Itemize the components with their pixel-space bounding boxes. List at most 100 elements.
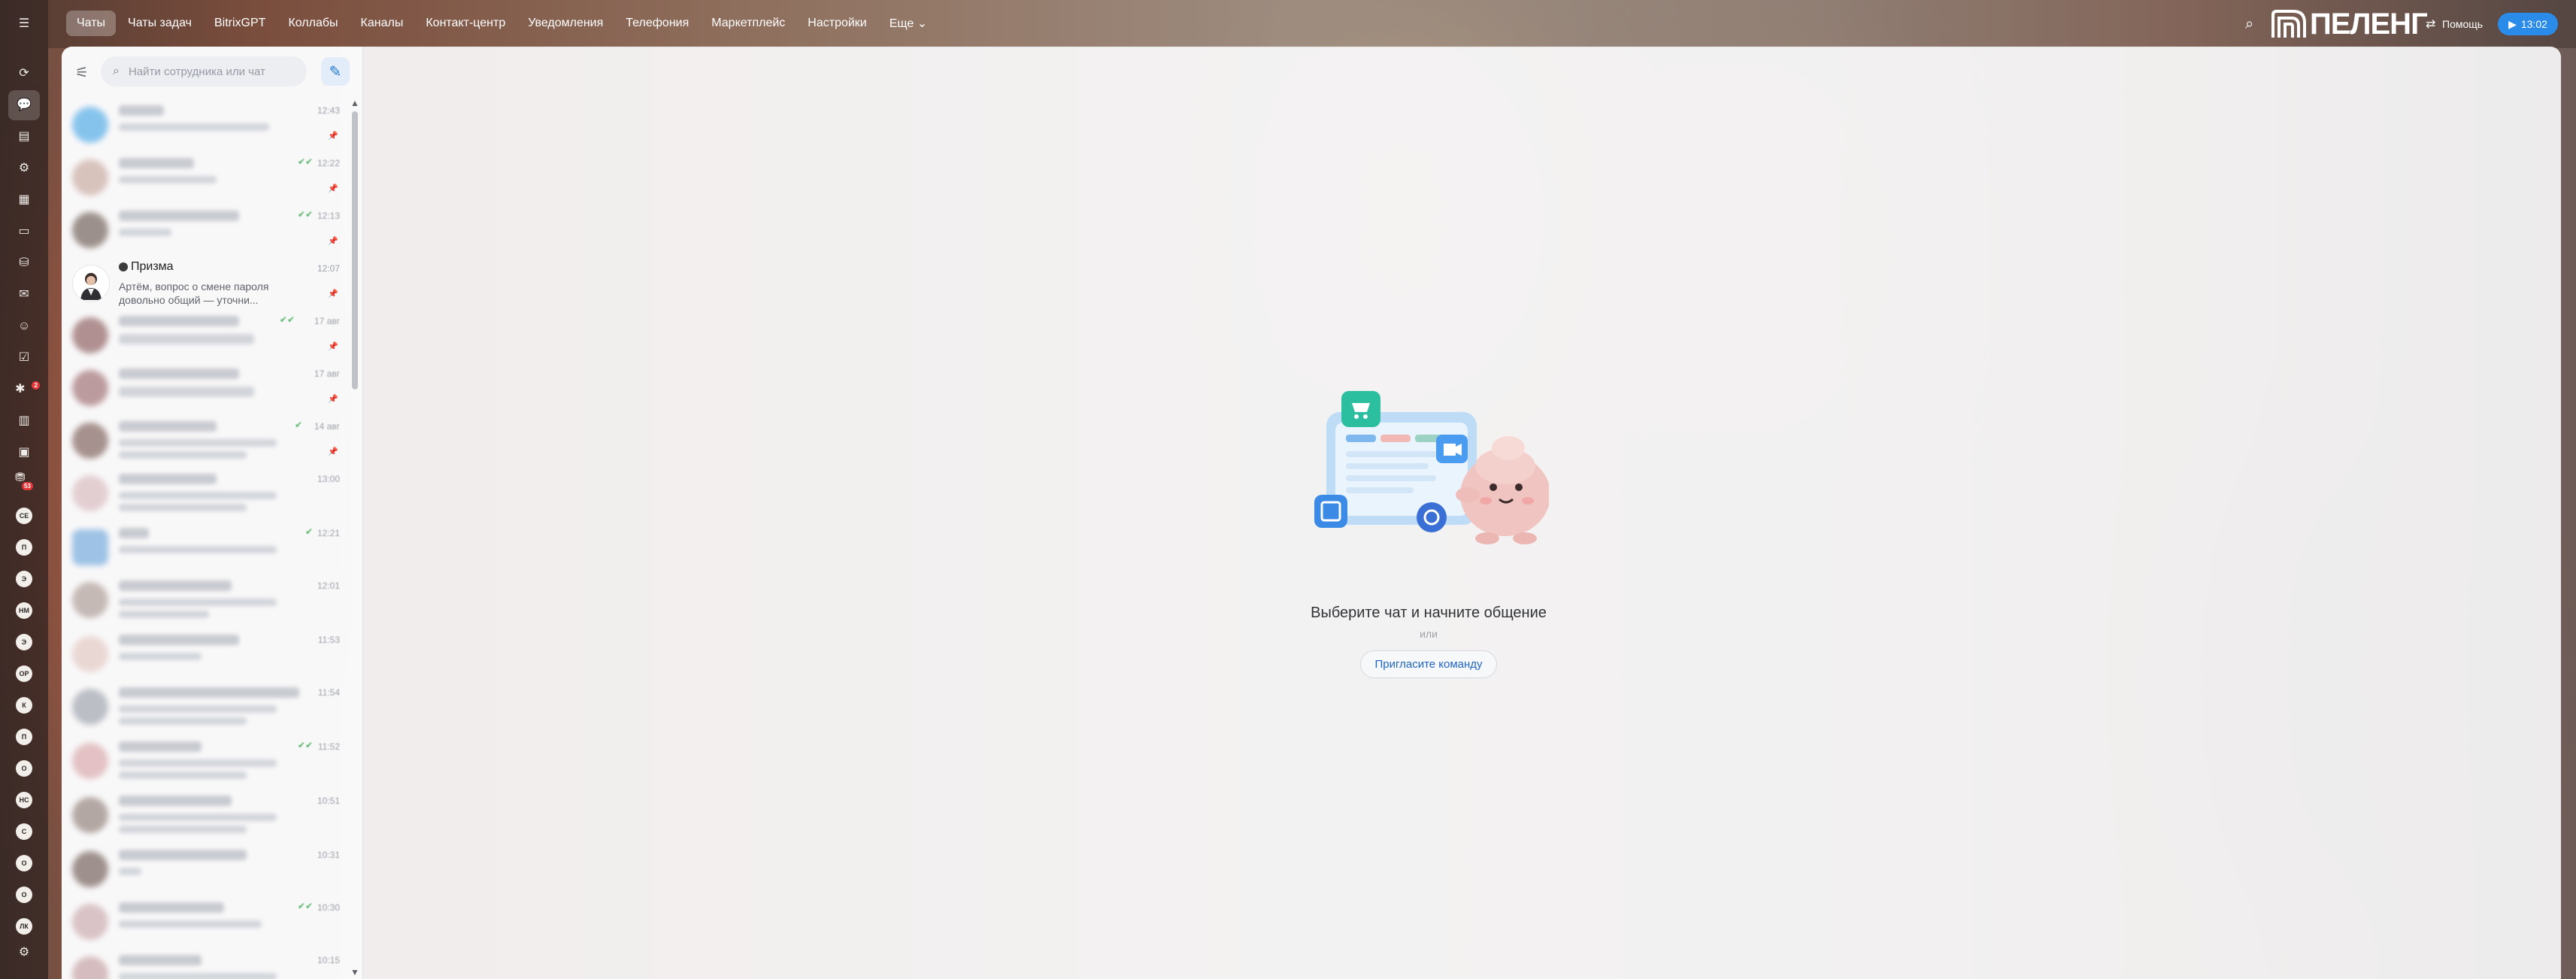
- new-chat-button[interactable]: ✎: [321, 57, 350, 86]
- scroll-thumb[interactable]: [352, 111, 358, 389]
- chat-list-item[interactable]: 17 авг 📌: [62, 361, 347, 414]
- rail-avatar[interactable]: П: [16, 539, 32, 556]
- rail-avatar[interactable]: ОР: [16, 665, 32, 682]
- chat-icon[interactable]: 💬: [8, 90, 40, 120]
- shop-badge: 53: [22, 482, 33, 490]
- chat-search-input[interactable]: [126, 64, 295, 79]
- tab-settings[interactable]: Настройки: [797, 11, 877, 36]
- avatar: [72, 689, 108, 725]
- chat-name-blurred: [119, 580, 232, 591]
- chat-time: 10:51: [317, 796, 340, 806]
- chat-list-item[interactable]: ✔✔ 10:30: [62, 895, 347, 947]
- rail-avatar[interactable]: П: [16, 729, 32, 745]
- chat-list-item[interactable]: 10:31: [62, 842, 347, 895]
- tab-notifications[interactable]: Уведомления: [517, 11, 614, 36]
- chat-time: 17 авг: [314, 316, 340, 326]
- chat-list-item[interactable]: 11:54: [62, 680, 347, 734]
- rail-avatar[interactable]: Э: [16, 634, 32, 650]
- invite-team-button[interactable]: Пригласите команду: [1360, 650, 1497, 678]
- document-icon[interactable]: ▤: [15, 128, 33, 146]
- chat-preview-blurred: [119, 705, 277, 713]
- chat-title: Призма: [119, 260, 174, 274]
- shop-icon[interactable]: ⛃53: [15, 472, 33, 493]
- chat-time: 10:31: [317, 850, 340, 860]
- rail-avatar[interactable]: СЕ: [16, 508, 32, 524]
- chat-name-blurred: [119, 741, 202, 752]
- search-icon[interactable]: ⌕: [2245, 16, 2253, 33]
- chat-list-item[interactable]: 12:43 📌: [62, 98, 347, 150]
- chat-list-item[interactable]: ✔✔ 11:52: [62, 734, 347, 788]
- chat-list-item[interactable]: 11:53: [62, 627, 347, 680]
- rail-avatar[interactable]: Э: [16, 571, 32, 587]
- rail-avatar[interactable]: О: [16, 760, 32, 777]
- chat-search[interactable]: ⌕: [101, 56, 307, 86]
- rail-avatar[interactable]: О: [16, 855, 32, 871]
- chat-preview-blurred: [119, 826, 247, 833]
- sites-icon[interactable]: ▣: [15, 444, 33, 462]
- tab-chats[interactable]: Чаты: [66, 11, 117, 36]
- calendar-icon[interactable]: ▦: [15, 191, 33, 209]
- chat-list-sidebar: ⚟ ⌕ ✎ 12:43 📌 ✔✔ 12:22 📌: [62, 47, 363, 979]
- chat-time: 13:00: [317, 474, 340, 484]
- tab-collabs[interactable]: Коллабы: [277, 11, 348, 36]
- chat-list-item[interactable]: 13:00: [62, 466, 347, 520]
- person-avatar-icon: [80, 273, 102, 300]
- contacts-icon[interactable]: ☺: [15, 317, 33, 335]
- tab-channels[interactable]: Каналы: [350, 11, 414, 36]
- chat-list-item[interactable]: ✔✔ 17 авг 📌: [62, 308, 347, 361]
- logo-mark-icon: [2271, 10, 2306, 38]
- settings-gear-icon[interactable]: ⚙: [15, 159, 33, 177]
- rail-avatar[interactable]: ЛК: [16, 918, 32, 935]
- tab-marketplace[interactable]: Маркетплейс: [701, 11, 796, 36]
- drive-icon[interactable]: ⛁: [15, 254, 33, 272]
- scroll-down-icon[interactable]: ▼: [350, 967, 359, 977]
- feed-icon[interactable]: ▭: [15, 223, 33, 241]
- crm-icon[interactable]: ✱ 2: [15, 380, 40, 399]
- chat-preview-blurred: [119, 653, 202, 660]
- chat-list-item[interactable]: ✔✔ 12:22 📌: [62, 150, 347, 203]
- tab-task-chats[interactable]: Чаты задач: [117, 11, 202, 36]
- chat-time: 11:52: [317, 741, 340, 752]
- scroll-up-icon[interactable]: ▲: [350, 98, 359, 108]
- analytics-icon[interactable]: ▥: [15, 412, 33, 430]
- chat-time: 11:53: [317, 635, 340, 645]
- avatar: [72, 107, 108, 143]
- read-check-icon: ✔✔: [279, 314, 295, 325]
- menu-icon[interactable]: ☰: [15, 15, 33, 33]
- chat-name-blurred: [119, 474, 217, 484]
- settings-icon[interactable]: ⚙: [15, 944, 33, 962]
- rail-avatar[interactable]: К: [16, 697, 32, 714]
- chat-list-item[interactable]: ✔ 12:21: [62, 520, 347, 573]
- chat-list-item[interactable]: 12:01: [62, 573, 347, 627]
- rail-avatar[interactable]: НС: [16, 792, 32, 808]
- chat-title-text: Призма: [131, 260, 174, 273]
- rail-avatar[interactable]: О: [16, 887, 32, 903]
- chat-list-item[interactable]: ✔ 14 авг 📌: [62, 414, 347, 466]
- tab-telephony[interactable]: Телефония: [615, 11, 699, 36]
- chat-preview-blurred: [119, 973, 277, 979]
- chat-time: 12:21: [317, 528, 340, 538]
- mail-icon[interactable]: ✉: [15, 286, 33, 304]
- filter-icon[interactable]: ⚟: [75, 63, 89, 82]
- chat-name-blurred: [119, 635, 239, 645]
- switch-icon[interactable]: ⇄: [2426, 17, 2435, 32]
- tab-more[interactable]: Еще ⌄: [879, 10, 938, 37]
- chat-time: 12:43: [317, 105, 340, 116]
- chat-list-item[interactable]: 10:51: [62, 788, 347, 842]
- help-link[interactable]: Помощь: [2442, 18, 2483, 30]
- chat-list-item[interactable]: 10:15: [62, 947, 347, 979]
- read-check-icon: ✔: [294, 420, 302, 430]
- tasks-icon[interactable]: ☑: [15, 349, 33, 367]
- chat-preview-blurred: [119, 717, 247, 725]
- chat-list-scrollbar[interactable]: ▲ ▼: [349, 98, 361, 979]
- rail-avatar[interactable]: НМ: [16, 602, 32, 619]
- tab-contact-center[interactable]: Контакт-центр: [415, 11, 516, 36]
- chat-list-item[interactable]: ✔✔ 12:13 📌: [62, 203, 347, 256]
- worktime-button[interactable]: ▶ 13:02: [2498, 13, 2558, 35]
- tab-bitrixgpt[interactable]: BitrixGPT: [204, 11, 276, 36]
- chat-time: 12:01: [317, 580, 340, 591]
- refresh-icon[interactable]: ⟳: [15, 65, 33, 83]
- chat-name-blurred: [119, 158, 194, 168]
- chat-list-item-prizma[interactable]: Призма Артём, вопрос о смене пароля дово…: [62, 256, 347, 308]
- rail-avatar[interactable]: С: [16, 823, 32, 840]
